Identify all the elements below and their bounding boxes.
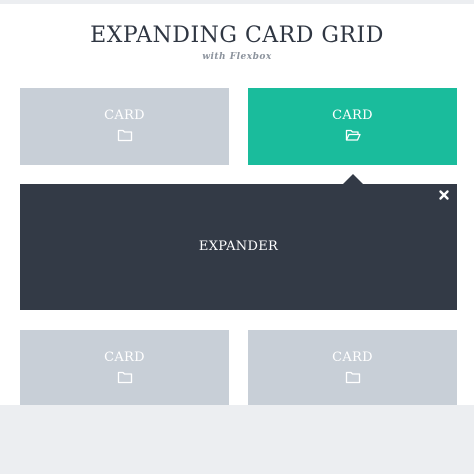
page-title: EXPANDING CARD GRID <box>90 23 384 48</box>
card-label: CARD <box>332 350 373 365</box>
card-1[interactable]: CARD <box>20 88 229 165</box>
expander-pointer <box>343 174 363 184</box>
card-label: CARD <box>104 108 145 123</box>
card-2[interactable]: CARD <box>248 88 457 165</box>
folder-open-icon <box>345 129 361 141</box>
expander-label: EXPANDER <box>198 239 279 254</box>
card-4[interactable]: CARD <box>248 330 457 405</box>
folder-icon <box>117 129 132 142</box>
close-icon[interactable] <box>437 188 451 202</box>
card-label: CARD <box>332 108 373 123</box>
card-label: CARD <box>104 350 145 365</box>
card-3[interactable]: CARD <box>20 330 229 405</box>
folder-icon <box>117 371 132 384</box>
page-subtitle: with Flexbox <box>202 52 272 62</box>
folder-icon <box>345 371 360 384</box>
expander-panel: EXPANDER <box>20 184 457 310</box>
page-footer <box>0 405 474 474</box>
